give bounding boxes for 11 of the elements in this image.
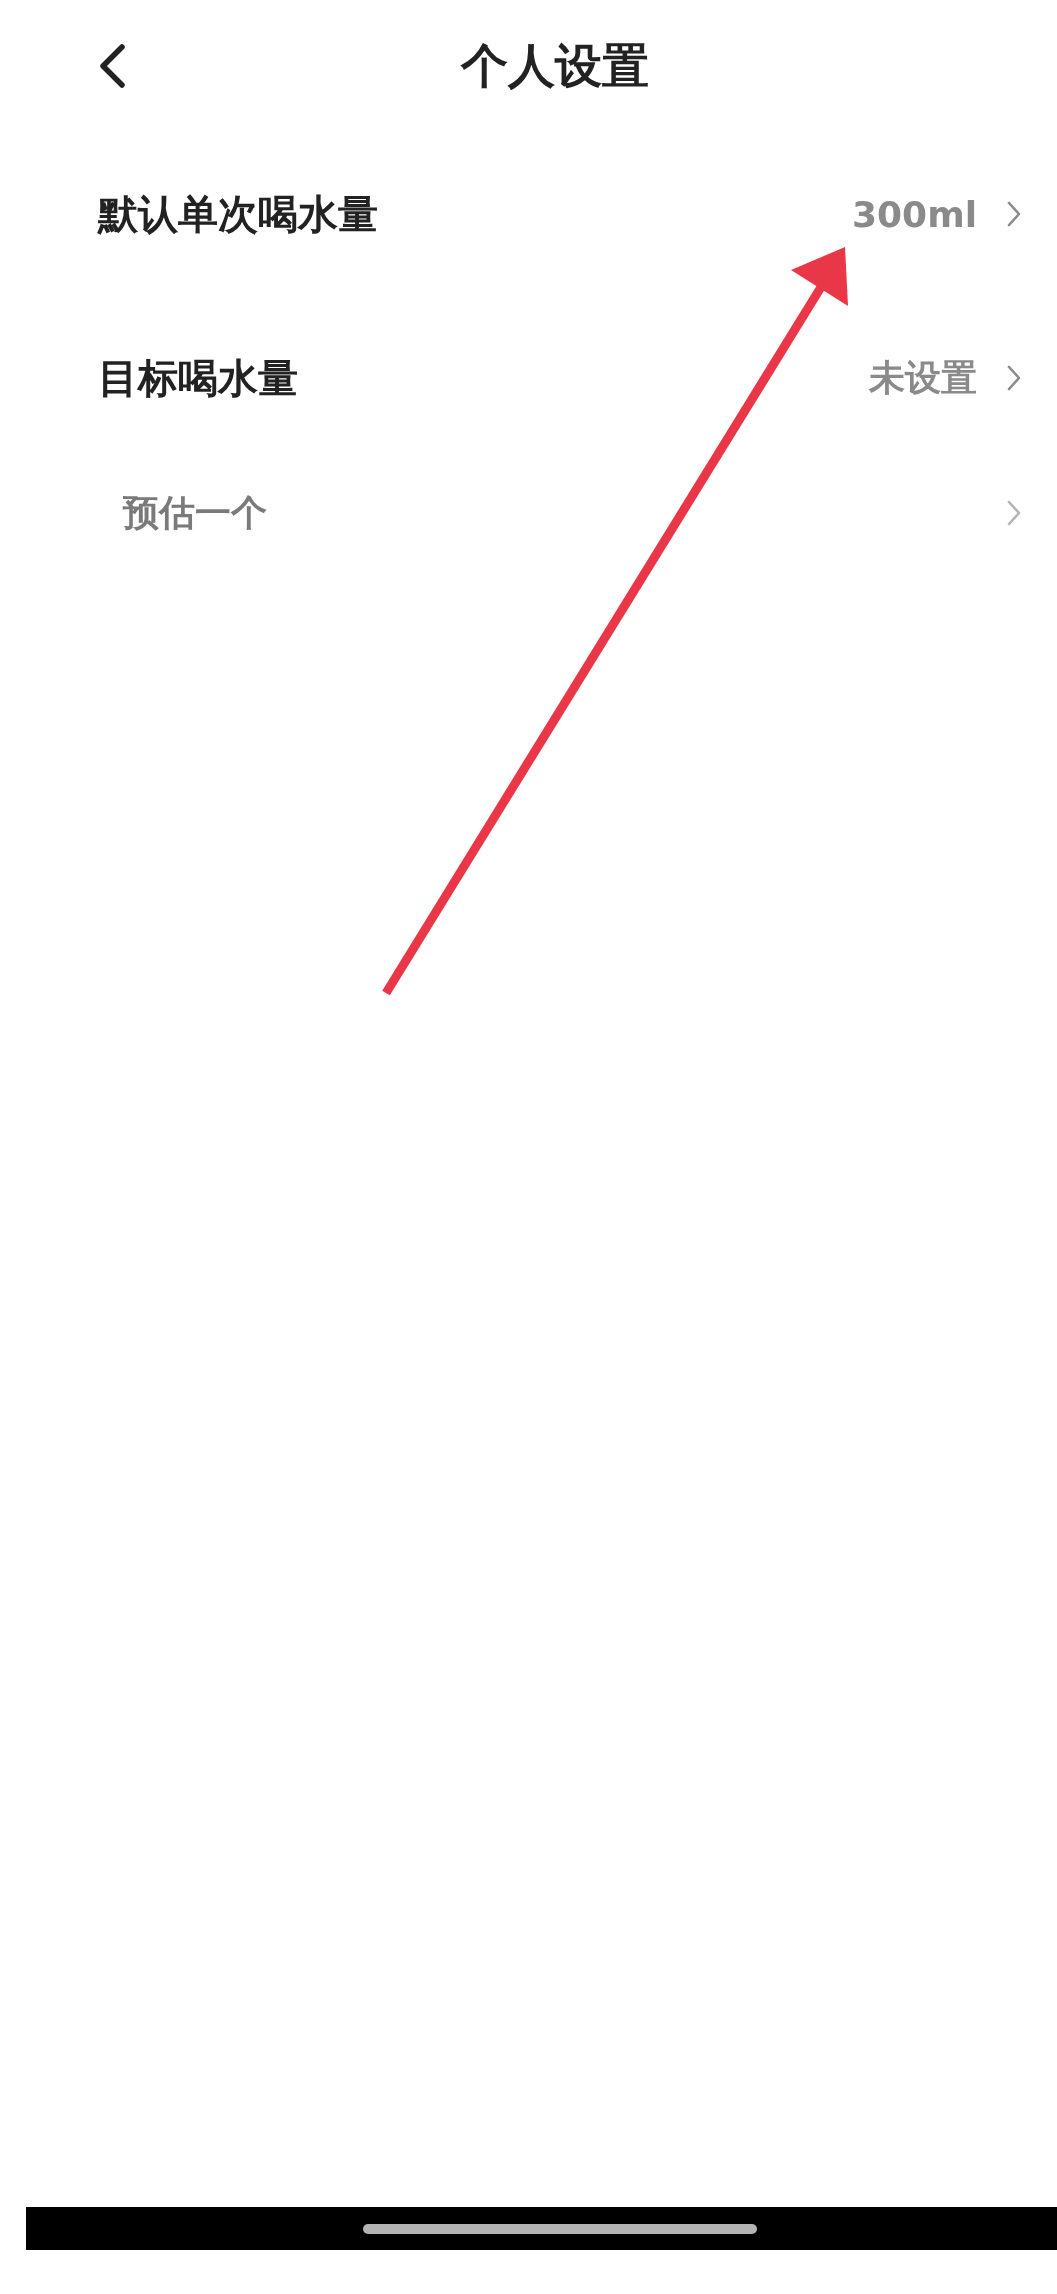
setting-value: 300ml bbox=[852, 193, 977, 235]
setting-label[interactable]: 默认单次喝水量 bbox=[98, 186, 378, 242]
chevron-right-icon[interactable] bbox=[1007, 365, 1021, 391]
page-title: 个人设置 bbox=[461, 36, 649, 95]
back-icon[interactable] bbox=[99, 44, 125, 88]
home-indicator[interactable] bbox=[363, 2223, 757, 2234]
setting-label[interactable]: 目标喝水量 bbox=[98, 350, 298, 406]
chevron-right-icon[interactable] bbox=[1007, 500, 1021, 526]
chevron-right-icon[interactable] bbox=[1007, 201, 1021, 227]
setting-label[interactable]: 预估一个 bbox=[123, 488, 267, 538]
setting-value: 未设置 bbox=[869, 355, 977, 400]
